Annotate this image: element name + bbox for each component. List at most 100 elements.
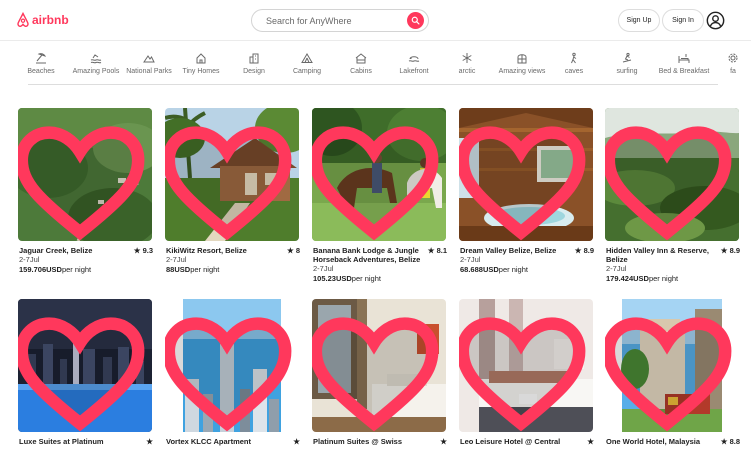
price-amount: 105.23USD [313, 274, 352, 283]
tent-icon [301, 53, 313, 63]
category-label: arctic [458, 68, 476, 75]
logo-text: airbnb [32, 13, 69, 27]
favorite-heart-icon[interactable] [605, 116, 734, 241]
top-nav: airbnb Search for AnyWhere Sign Up Sign … [0, 0, 751, 41]
listing-title[interactable]: Luxe Suites at Platinum [19, 437, 127, 446]
category-bed-breakfast[interactable]: Bed & Breakfast [649, 48, 719, 80]
sign-in-button[interactable]: Sign In [662, 9, 704, 32]
bed-icon [678, 54, 690, 63]
cabin-icon [355, 53, 367, 64]
favorite-heart-icon[interactable] [459, 307, 588, 432]
listing-title[interactable]: Banana Bank Lodge & Jungle Horseback Adv… [313, 246, 421, 264]
listing-info: One World Hotel, Malaysia ★ 8.8 [606, 437, 740, 446]
listing-rating: ★ [587, 437, 594, 446]
price-suffix: per night [648, 274, 679, 283]
listing-info: Jaguar Creek, Belize ★ 9.3 2-7Jul 159.706… [19, 246, 153, 275]
category-label: Design [243, 68, 265, 75]
listing-price: 179.424USDper night [606, 274, 740, 284]
listing-photo[interactable] [165, 108, 299, 241]
listing-title[interactable]: KikiWitz Resort, Belize [166, 246, 274, 255]
listing-photo[interactable] [605, 299, 739, 432]
listing-rating: ★ 8.9 [720, 246, 740, 255]
design-icon [249, 53, 259, 64]
listing-info: Leo Leisure Hotel @ Central ★ [460, 437, 594, 446]
listing-photo[interactable] [18, 108, 152, 241]
search-icon [411, 16, 420, 25]
listing-info: Hidden Valley Inn & Reserve, Belize ★ 8.9… [606, 246, 740, 284]
pool-icon [90, 54, 102, 64]
favorite-heart-icon[interactable] [165, 116, 294, 241]
listing-photo[interactable] [18, 299, 152, 432]
favorite-heart-icon[interactable] [605, 307, 734, 432]
airbnb-logo-icon [17, 12, 29, 28]
sign-up-button[interactable]: Sign Up [618, 9, 660, 32]
listing-title[interactable]: One World Hotel, Malaysia [606, 437, 714, 446]
favorite-heart-icon[interactable] [18, 116, 147, 241]
listing-title[interactable]: Platinum Suites @ Swiss [313, 437, 421, 446]
listing-dates: 2-7Jul [606, 264, 627, 273]
listing-rating: ★ 8.1 [427, 246, 447, 255]
listing-dates: 2-7Jul [166, 255, 187, 264]
price-suffix: per night [351, 274, 381, 283]
account-icon[interactable] [706, 11, 725, 30]
listing-title[interactable]: Jaguar Creek, Belize [19, 246, 127, 255]
house-icon [196, 53, 206, 64]
listing-title[interactable]: Hidden Valley Inn & Reserve, Belize [606, 246, 714, 264]
listing-price: 88USDper night [166, 265, 300, 275]
category-divider [28, 84, 718, 85]
listing-rating: ★ 8.9 [574, 246, 594, 255]
hiker-icon [571, 52, 577, 64]
price-amount: 159.706USD [19, 265, 62, 274]
listing-rating: ★ [440, 437, 447, 446]
listing-dates: 2-7Jul [19, 255, 40, 264]
search-button[interactable] [407, 12, 424, 29]
price-amount: 68.688USD [460, 265, 499, 274]
category-label: Tiny Homes [182, 68, 220, 75]
search-input[interactable]: Search for AnyWhere [266, 16, 407, 26]
favorite-heart-icon[interactable] [18, 307, 147, 432]
listing-rating: ★ [146, 437, 153, 446]
snowflake-icon [462, 53, 472, 63]
search-bar[interactable]: Search for AnyWhere [251, 9, 429, 32]
mountain-icon [143, 55, 155, 63]
category-label: fa [730, 68, 736, 75]
category-label: surfing [616, 68, 638, 75]
listing-rating: ★ 8 [287, 246, 300, 255]
listing-rating: ★ 8.8 [720, 437, 740, 446]
listing-info: Luxe Suites at Platinum ★ [19, 437, 153, 446]
category-label: Lakefront [399, 68, 429, 75]
favorite-heart-icon[interactable] [165, 307, 294, 432]
category-label: National Parks [126, 68, 172, 75]
favorite-heart-icon[interactable] [312, 116, 441, 241]
listing-title[interactable]: Dream Valley Belize, Belize [460, 246, 568, 255]
listing-title[interactable]: Vortex KLCC Apartment [166, 437, 274, 446]
favorite-heart-icon[interactable] [312, 307, 441, 432]
price-amount: 179.424USD [606, 274, 649, 283]
favorite-heart-icon[interactable] [459, 116, 588, 241]
listing-photo[interactable] [312, 108, 446, 241]
listing-photo[interactable] [459, 108, 593, 241]
airbnb-logo[interactable]: airbnb [16, 12, 69, 28]
price-suffix: per night [61, 265, 92, 274]
price-suffix: per night [498, 265, 528, 274]
listing-info: Platinum Suites @ Swiss ★ [313, 437, 447, 446]
category-more[interactable]: fa [721, 48, 745, 80]
category-label: Bed & Breakfast [658, 68, 710, 75]
listing-photo[interactable] [459, 299, 593, 432]
listing-title[interactable]: Leo Leisure Hotel @ Central [460, 437, 568, 446]
listing-dates: 2-7Jul [313, 264, 334, 273]
price-suffix: per night [190, 265, 220, 274]
listing-photo[interactable] [605, 108, 739, 241]
price-amount: 88USD [166, 265, 191, 274]
category-bar: Beaches Amazing Pools National Parks Tin… [0, 48, 751, 80]
listing-rating: ★ 9.3 [133, 246, 153, 255]
listing-info: Banana Bank Lodge & Jungle Horseback Adv… [313, 246, 447, 284]
listing-price: 105.23USDper night [313, 274, 447, 284]
category-label: Beaches [27, 68, 55, 75]
category-label: caves [564, 68, 584, 75]
listing-photo[interactable] [312, 299, 446, 432]
listing-info: KikiWitz Resort, Belize ★ 8 2-7Jul 88USDp… [166, 246, 300, 275]
listing-photo[interactable] [165, 299, 299, 432]
category-label: Cabins [350, 68, 372, 75]
listing-info: Dream Valley Belize, Belize ★ 8.9 2-7Jul … [460, 246, 594, 275]
